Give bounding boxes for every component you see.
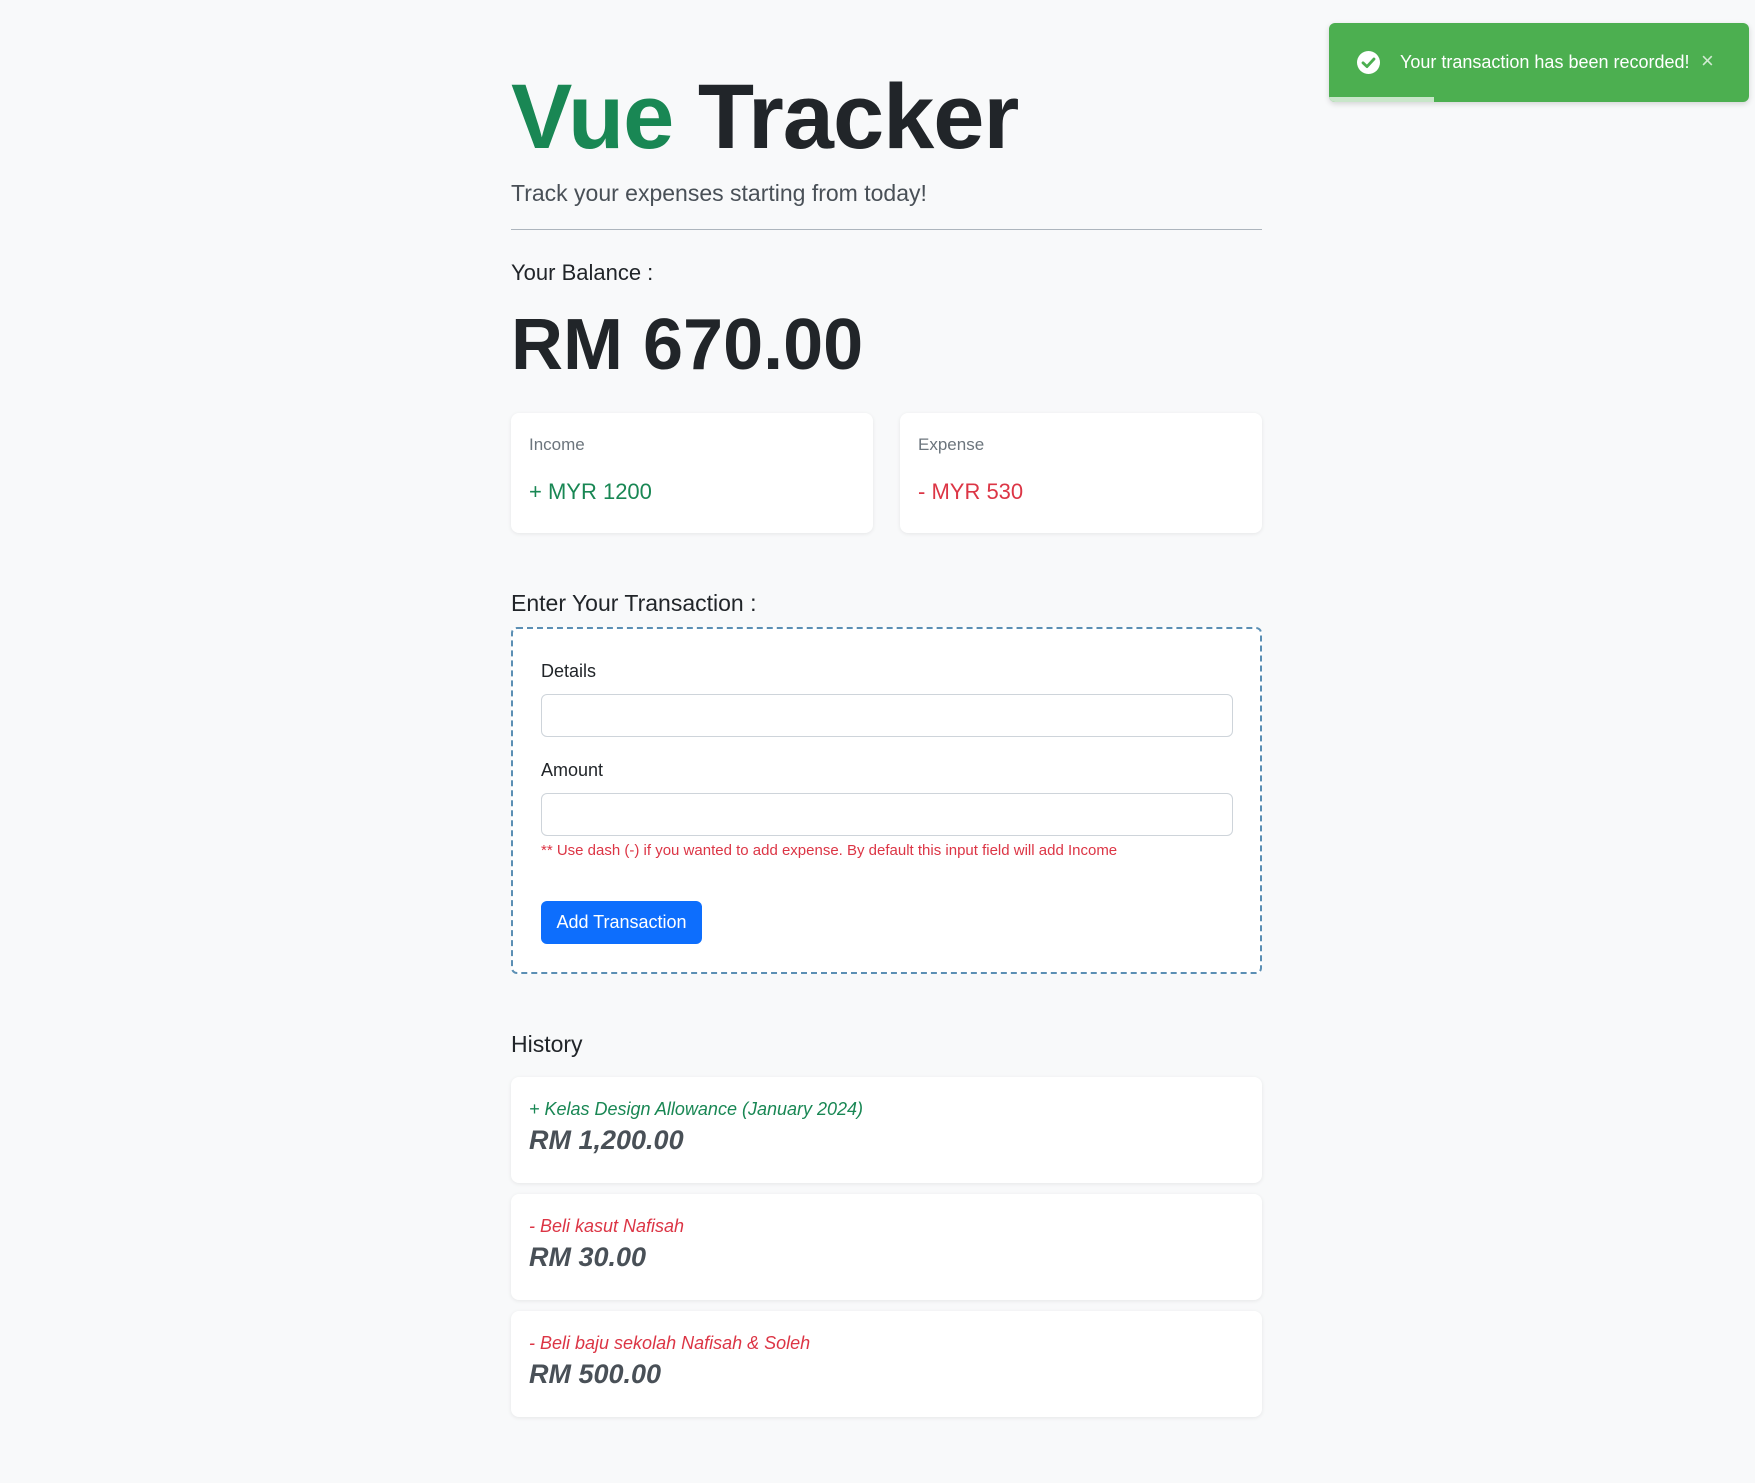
- expense-value: - MYR 530: [918, 479, 1024, 504]
- history-item-name: - Beli baju sekolah Nafisah & Soleh: [529, 1333, 811, 1353]
- history-item: - Beli baju sekolah Nafisah & Soleh RM 5…: [511, 1311, 1262, 1417]
- history-item: + Kelas Design Allowance (January 2024) …: [511, 1077, 1262, 1183]
- amount-label: Amount: [541, 760, 604, 780]
- income-value: + MYR 1200: [529, 479, 652, 504]
- expense-card: Expense - MYR 530: [900, 413, 1262, 533]
- income-label: Income: [529, 435, 585, 454]
- success-toast: Your transaction has been recorded! ×: [1329, 23, 1749, 102]
- history-item-amount: RM 500.00: [529, 1359, 662, 1389]
- history-heading: History: [511, 1031, 583, 1057]
- transaction-form: Details Amount ** Use dash (-) if you wa…: [511, 627, 1262, 974]
- title-vue: Vue: [511, 66, 674, 168]
- toast-progress-bar: [1329, 97, 1434, 102]
- title-tracker: Tracker: [697, 66, 1019, 168]
- balance-value: RM 670.00: [511, 305, 864, 385]
- history-list: + Kelas Design Allowance (January 2024) …: [511, 1077, 1262, 1428]
- check-circle-icon: [1357, 51, 1380, 74]
- amount-input[interactable]: [541, 793, 1233, 836]
- history-item-name: - Beli kasut Nafisah: [529, 1216, 685, 1236]
- history-item-amount: RM 1,200.00: [529, 1125, 684, 1155]
- expense-label: Expense: [918, 435, 985, 454]
- toast-message: Your transaction has been recorded!: [1400, 52, 1690, 72]
- details-input[interactable]: [541, 694, 1233, 737]
- income-card: Income + MYR 1200: [511, 413, 873, 533]
- page-title: Vue Tracker: [511, 62, 1019, 172]
- history-item-name: + Kelas Design Allowance (January 2024): [529, 1099, 864, 1119]
- close-icon[interactable]: ×: [1701, 48, 1714, 74]
- details-label: Details: [541, 661, 597, 681]
- form-heading: Enter Your Transaction :: [511, 590, 757, 616]
- amount-hint: ** Use dash (-) if you wanted to add exp…: [541, 842, 1118, 859]
- balance-label: Your Balance :: [511, 260, 654, 285]
- header-divider: [511, 229, 1262, 230]
- history-item-amount: RM 30.00: [529, 1242, 647, 1272]
- page-subtitle: Track your expenses starting from today!: [511, 180, 927, 206]
- add-transaction-button[interactable]: Add Transaction: [541, 901, 702, 944]
- history-item: - Beli kasut Nafisah RM 30.00: [511, 1194, 1262, 1300]
